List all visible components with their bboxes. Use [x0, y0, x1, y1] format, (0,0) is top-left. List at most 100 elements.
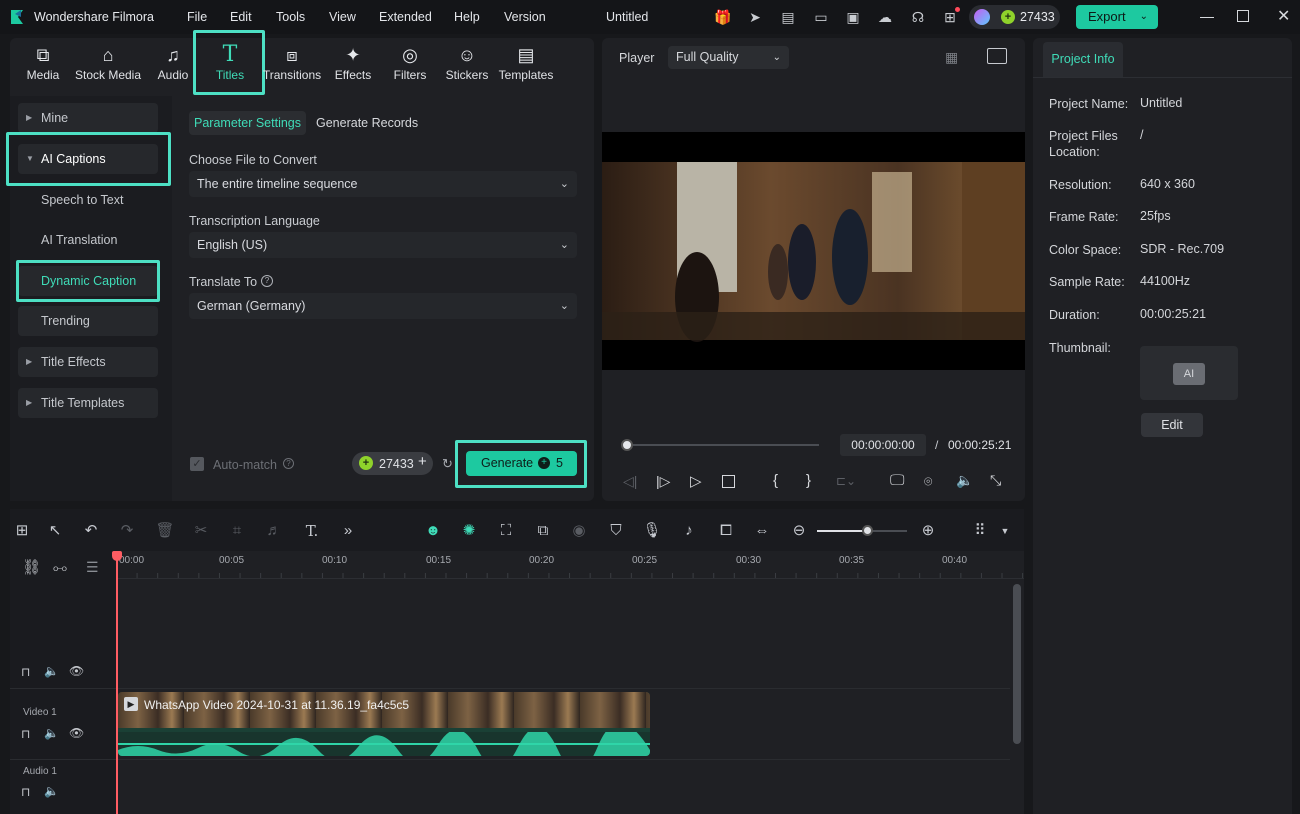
sidebar-item-dynamic-caption[interactable]: Dynamic Caption: [18, 266, 158, 296]
tab-media[interactable]: ⧉ Media: [12, 42, 74, 94]
cloud-icon[interactable]: ☁: [875, 7, 895, 27]
lock-icon[interactable]: ⊓: [21, 665, 30, 679]
grip-icon[interactable]: ⠿: [970, 521, 990, 541]
translate-select[interactable]: German (Germany) ⌄: [189, 293, 577, 319]
refresh-icon[interactable]: ↻: [442, 456, 453, 472]
audio-edit-icon[interactable]: ♬: [264, 521, 284, 541]
credits-pill[interactable]: + 27433: [969, 5, 1060, 29]
fullscreen-icon[interactable]: ⤡: [990, 472, 1001, 489]
render-icon[interactable]: ◉: [569, 521, 589, 541]
microphone-icon[interactable]: 🎙: [642, 521, 662, 541]
text-tool-icon[interactable]: T.: [302, 521, 322, 541]
toolbar-chevron-down-icon[interactable]: ▼: [995, 521, 1015, 541]
volume-icon[interactable]: 🔈: [44, 664, 59, 678]
thumbnail-edit-button[interactable]: Edit: [1141, 413, 1203, 437]
volume-icon[interactable]: 🔈: [44, 784, 59, 798]
ai-effects-icon[interactable]: ⧉: [533, 521, 553, 541]
close-icon[interactable]: ✕: [1277, 6, 1290, 26]
menu-edit[interactable]: Edit: [230, 10, 252, 24]
zoom-in-icon[interactable]: ⊕: [918, 521, 938, 541]
menu-version[interactable]: Version: [504, 10, 546, 24]
fit-timeline-icon[interactable]: ⇔: [752, 521, 772, 541]
playhead-marker[interactable]: [112, 551, 122, 561]
sidebar-item-mine[interactable]: ▶ Mine: [18, 103, 158, 133]
prev-frame-icon[interactable]: ◁|: [623, 473, 637, 490]
menu-extended[interactable]: Extended: [379, 10, 432, 24]
help-icon[interactable]: ?: [261, 275, 273, 287]
undo-icon[interactable]: ↶: [81, 521, 101, 541]
menu-help[interactable]: Help: [454, 10, 480, 24]
tab-transitions[interactable]: ⧈ Transitions: [260, 42, 324, 94]
redo-icon[interactable]: ↷: [117, 521, 137, 541]
quality-select[interactable]: Full Quality ⌄: [668, 46, 789, 69]
language-select[interactable]: English (US) ⌄: [189, 232, 577, 258]
tab-templates[interactable]: ▤ Templates: [495, 42, 557, 94]
audio-list-icon[interactable]: ♪: [679, 521, 699, 541]
timeline-scrollbar[interactable]: [1013, 584, 1021, 744]
zoom-slider[interactable]: [817, 525, 907, 536]
credits-badge[interactable]: + 27433 +: [352, 452, 433, 475]
lock-icon[interactable]: ⊓: [21, 785, 30, 799]
tab-effects[interactable]: ✦ Effects: [322, 42, 384, 94]
snap-icon[interactable]: ✺: [459, 521, 479, 541]
sidebar-item-trending[interactable]: Trending: [18, 306, 158, 336]
play-icon[interactable]: ▷: [690, 472, 702, 490]
marker-icon[interactable]: ⊏⌄: [836, 474, 856, 488]
tab-filters[interactable]: ◎ Filters: [379, 42, 441, 94]
support-icon[interactable]: ☊: [908, 7, 928, 27]
delete-icon[interactable]: 🗑: [155, 521, 175, 541]
mark-out-icon[interactable]: }: [806, 472, 811, 489]
subtab-generate-records[interactable]: Generate Records: [316, 111, 426, 135]
layout-grid-icon[interactable]: ⊞: [12, 521, 32, 541]
tab-titles[interactable]: T Titles: [196, 42, 264, 94]
camera-icon[interactable]: ⌾: [924, 473, 932, 490]
tab-stock-media[interactable]: ⌂ Stock Media: [73, 42, 143, 94]
auto-match-checkbox[interactable]: ✓: [190, 457, 204, 471]
zoom-out-icon[interactable]: ⊖: [789, 521, 809, 541]
add-credits-icon[interactable]: +: [418, 453, 427, 470]
more-tools-icon[interactable]: »: [338, 521, 358, 541]
thumbnail-box[interactable]: AI: [1140, 346, 1238, 400]
lock-icon[interactable]: ⊓: [21, 727, 30, 741]
grid-view-icon[interactable]: ▦: [945, 49, 958, 66]
track-manager-icon[interactable]: ☰: [86, 559, 99, 576]
menu-view[interactable]: View: [329, 10, 356, 24]
next-frame-icon[interactable]: |▷: [656, 473, 670, 490]
stop-icon[interactable]: [722, 475, 735, 488]
crop-icon[interactable]: ⌗: [227, 521, 247, 541]
sidebar-item-ai-captions[interactable]: ▼ AI Captions: [18, 144, 158, 174]
auto-match-help-icon[interactable]: ?: [283, 458, 294, 469]
menu-tools[interactable]: Tools: [276, 10, 305, 24]
video-clip[interactable]: ▶ WhatsApp Video 2024-10-31 at 11.36.19_…: [118, 692, 650, 756]
cut-icon[interactable]: ✂: [191, 521, 211, 541]
eye-icon[interactable]: 👁: [69, 664, 84, 678]
mark-in-icon[interactable]: {: [773, 472, 778, 489]
chain-icon[interactable]: ⧟: [53, 559, 67, 576]
gift-icon[interactable]: 🎁: [713, 7, 733, 27]
display-icon[interactable]: 🖵: [890, 472, 904, 489]
save-icon[interactable]: ▣: [843, 7, 863, 27]
eye-icon[interactable]: 👁: [69, 726, 84, 740]
timeline-playhead[interactable]: [116, 551, 118, 814]
minimize-icon[interactable]: [1200, 8, 1214, 18]
layout-icon[interactable]: ▭: [811, 7, 831, 27]
export-button[interactable]: Export ⌄: [1076, 5, 1158, 29]
sidebar-item-ai-translation[interactable]: AI Translation: [18, 225, 158, 255]
tab-audio[interactable]: ♫ Audio: [143, 42, 203, 94]
report-icon[interactable]: ▤: [778, 7, 798, 27]
link-icon[interactable]: ⛓: [22, 558, 41, 576]
menu-file[interactable]: File: [187, 10, 207, 24]
sidebar-item-speech-to-text[interactable]: Speech to Text: [18, 185, 158, 215]
scrubber-track[interactable]: [633, 444, 819, 446]
sidebar-item-title-effects[interactable]: ▶ Title Effects: [18, 347, 158, 377]
zoom-slider-knob[interactable]: [861, 525, 873, 536]
scene-detect-icon[interactable]: ⧠: [716, 521, 736, 541]
volume-icon[interactable]: 🔈: [44, 726, 59, 740]
select-tool-icon[interactable]: ↖: [45, 521, 65, 541]
snapshot-view-icon[interactable]: [987, 48, 1007, 64]
playhead-handle[interactable]: [621, 439, 633, 451]
project-info-tab[interactable]: Project Info: [1043, 42, 1123, 77]
file-select[interactable]: The entire timeline sequence ⌄: [189, 171, 577, 197]
send-icon[interactable]: ➤: [745, 7, 765, 27]
maximize-icon[interactable]: [1237, 10, 1249, 22]
